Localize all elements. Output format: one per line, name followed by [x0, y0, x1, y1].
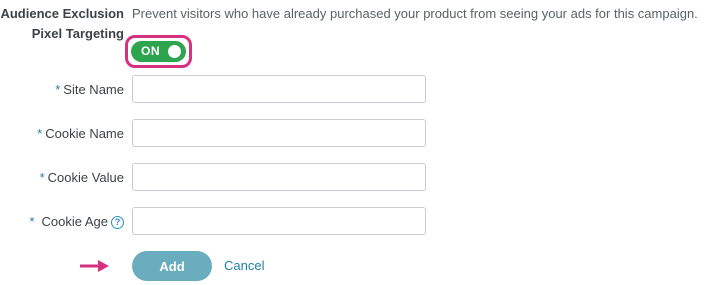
question-circle-icon[interactable]: ? — [111, 215, 124, 229]
pixel-targeting-toggle[interactable]: ON — [131, 41, 186, 62]
site-name-label: * Site Name — [55, 82, 124, 98]
site-name-label-text: Site Name — [63, 82, 124, 97]
cookie-age-label-text: Cookie Age — [41, 214, 109, 229]
cancel-link[interactable]: Cancel — [224, 258, 264, 274]
required-marker: * — [37, 126, 43, 141]
required-marker: * — [39, 170, 45, 185]
toggle-knob — [168, 45, 181, 58]
required-marker: * — [55, 82, 61, 97]
cookie-value-label-text: Cookie Value — [47, 170, 124, 185]
arrow-right-icon — [80, 260, 109, 272]
add-button[interactable]: Add — [132, 251, 212, 281]
cookie-name-label: * Cookie Name — [37, 126, 124, 142]
toggle-state-label: ON — [141, 44, 160, 58]
cookie-value-label: * Cookie Value — [40, 170, 124, 186]
section-label-line2: Pixel Targeting — [31, 26, 124, 41]
section-label: Audience Exclusion Pixel Targeting — [0, 4, 124, 44]
cookie-name-label-text: Cookie Name — [45, 126, 124, 141]
cookie-age-input[interactable] — [132, 207, 426, 235]
cookie-age-label: * Cookie Age ? — [29, 214, 124, 230]
required-marker: * — [29, 214, 35, 229]
cookie-value-input[interactable] — [132, 163, 426, 191]
section-description: Prevent visitors who have already purcha… — [132, 6, 698, 21]
cookie-name-input[interactable] — [132, 119, 426, 147]
section-label-line1: Audience Exclusion — [0, 6, 124, 21]
site-name-input[interactable] — [132, 75, 426, 103]
